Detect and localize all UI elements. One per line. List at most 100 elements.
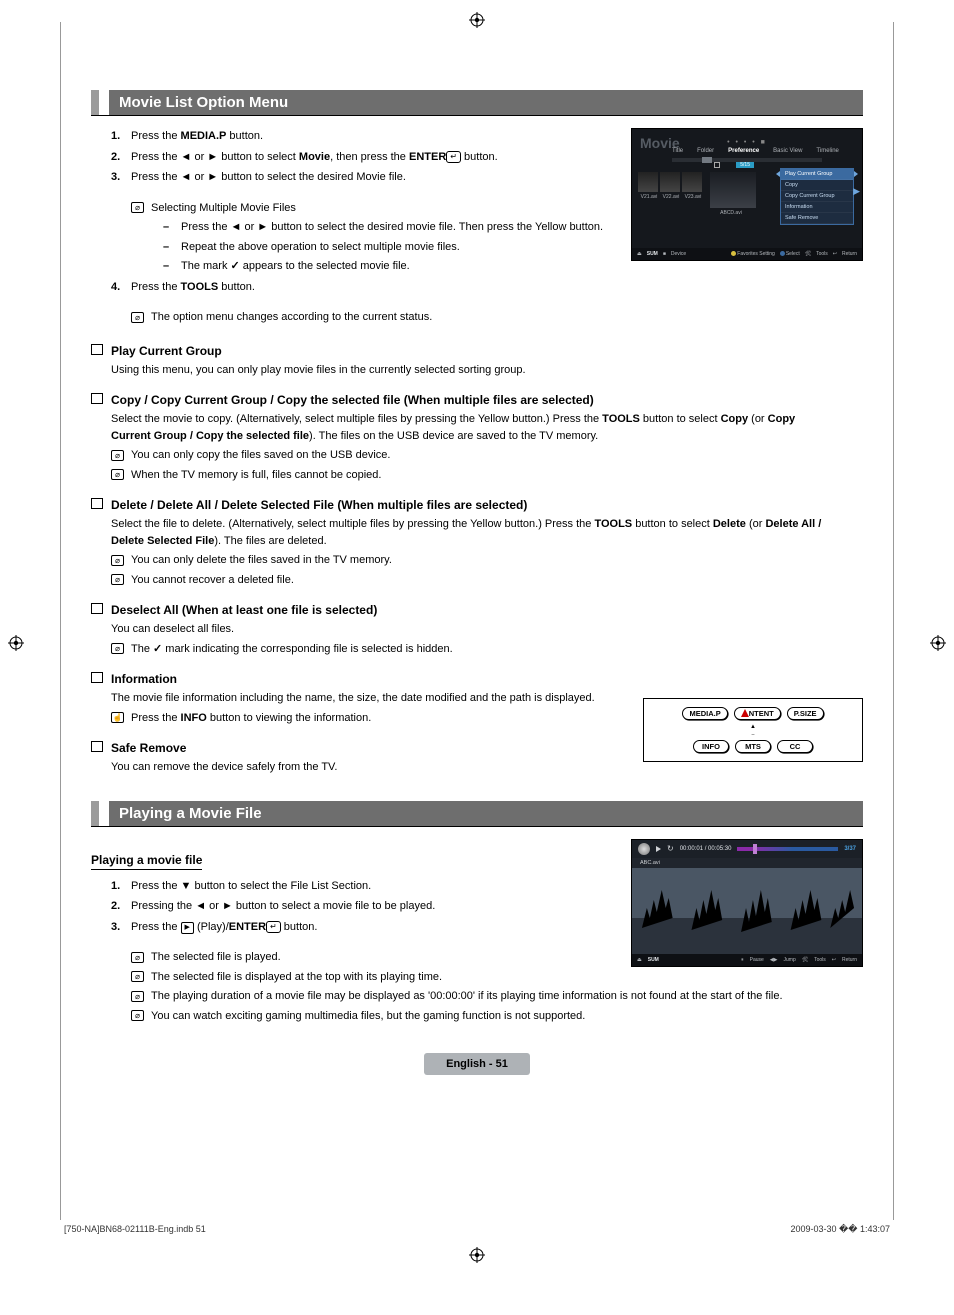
tv-arrow-right-icon: ▶ bbox=[853, 186, 860, 197]
note-text: The selected file is played. bbox=[151, 949, 617, 966]
playback-video bbox=[632, 868, 862, 954]
square-bullet-icon bbox=[91, 393, 103, 404]
step-body: Press the ◄ or ► button to select the de… bbox=[131, 169, 617, 186]
dash-text: The mark ✓ appears to the selected movie… bbox=[181, 258, 617, 275]
sub-body-text: You can deselect all files. bbox=[91, 621, 831, 638]
step-number: 3. bbox=[111, 919, 131, 936]
subheading-copy: Copy / Copy Current Group / Copy the sel… bbox=[91, 392, 863, 407]
tv-footer-icon: ⏏ bbox=[637, 251, 642, 257]
note-row: ⌀ The ✓ mark indicating the correspondin… bbox=[91, 641, 863, 658]
playback-count: 3/37 bbox=[844, 846, 856, 852]
step-body: Press the TOOLS button. bbox=[131, 279, 863, 296]
tv-thumb-label: ABCD.avi bbox=[720, 210, 742, 216]
note-row: ⌀ Selecting Multiple Movie Files bbox=[91, 200, 617, 217]
tv-tab: Basic View bbox=[773, 148, 802, 154]
enter-icon: ↵ bbox=[446, 151, 461, 163]
note-icon: ⌀ bbox=[111, 574, 124, 585]
note-row: ⌀ You can only delete the files saved in… bbox=[91, 552, 863, 569]
step-item: 2. Press the ◄ or ► button to select Mov… bbox=[111, 149, 617, 166]
square-bullet-icon bbox=[91, 498, 103, 509]
subheading-text: Delete / Delete All / Delete Selected Fi… bbox=[111, 498, 527, 512]
tv-thumb bbox=[660, 172, 680, 192]
note-row: ⌀ The playing duration of a movie file m… bbox=[91, 988, 863, 1005]
print-footer-left: [750-NA]BN68-02111B-Eng.indb 51 bbox=[64, 1224, 206, 1235]
subheading-text: Safe Remove bbox=[111, 741, 186, 755]
repeat-icon: ↻ bbox=[667, 844, 674, 853]
tv-thumb bbox=[638, 172, 658, 192]
square-bullet-icon bbox=[91, 672, 103, 683]
note-icon: ⌀ bbox=[111, 469, 124, 480]
tv-thumb bbox=[682, 172, 702, 192]
crop-mark-right bbox=[930, 635, 946, 651]
note-text: The playing duration of a movie file may… bbox=[151, 988, 863, 1005]
note-icon: ⌀ bbox=[131, 952, 144, 963]
tv-tab: Timeline bbox=[816, 148, 838, 154]
check-icon: ✓ bbox=[231, 260, 240, 272]
step-item: 1. Press the ▼ button to select the File… bbox=[111, 878, 617, 895]
note-icon: ⌀ bbox=[131, 971, 144, 982]
note-text: You can only delete the files saved in t… bbox=[131, 552, 863, 569]
note-row: ⌀ When the TV memory is full, files cann… bbox=[91, 467, 863, 484]
note-text: Press the INFO button to viewing the inf… bbox=[131, 710, 629, 727]
step-number: 3. bbox=[111, 169, 131, 186]
pause-icon: ⏸ bbox=[741, 957, 744, 963]
play-icon bbox=[656, 846, 661, 852]
step-number: 2. bbox=[111, 149, 131, 166]
remote-button: MEDIA.P bbox=[682, 707, 727, 720]
remote-button: P.SIZE bbox=[787, 707, 824, 720]
step-item: 4. Press the TOOLS button. bbox=[111, 279, 863, 296]
step-body: Pressing the ◄ or ► button to select a m… bbox=[131, 898, 617, 915]
subheading-text: Play Current Group bbox=[111, 344, 222, 358]
remote-illustration: MEDIA.P NTENT P.SIZE ▲_ INFO MTS CC bbox=[643, 698, 863, 762]
tv-screenshot-movie-list: Movie • • • • ■ Title Folder Preference … bbox=[631, 128, 863, 261]
tv-check-box bbox=[714, 162, 720, 168]
square-bullet-icon bbox=[91, 344, 103, 355]
tv-footer-select: Select bbox=[786, 251, 800, 257]
note-icon: ⌀ bbox=[131, 312, 144, 323]
tv-stage: V21.avi V22.avi V23.avi 5/15 ABCD.avi Pl… bbox=[632, 168, 862, 248]
note-text: You cannot recover a deleted file. bbox=[131, 572, 863, 589]
note-icon: ⌀ bbox=[111, 450, 124, 461]
info-icon: ☝ bbox=[111, 712, 124, 723]
jump-icon: ◀▶ bbox=[770, 957, 778, 963]
subheading-deselect: Deselect All (When at least one file is … bbox=[91, 602, 863, 617]
disc-icon bbox=[638, 843, 650, 855]
tv-menu-item-selected: Play Current Group bbox=[781, 169, 853, 180]
tv-footer-sum: SUM bbox=[647, 251, 658, 257]
tools-icon: 🛠 bbox=[802, 957, 808, 963]
note-text: Selecting Multiple Movie Files bbox=[151, 200, 617, 217]
step-number: 4. bbox=[111, 279, 131, 296]
tv-tab: Folder bbox=[697, 148, 714, 154]
tv-footer-icon: ■ bbox=[663, 251, 666, 257]
enter-icon: ↵ bbox=[266, 921, 281, 933]
playback-topbar: ↻ 00:00:01 / 00:05:30 3/37 bbox=[632, 840, 862, 858]
crop-mark-top bbox=[469, 12, 485, 28]
note-row: ⌀ You cannot recover a deleted file. bbox=[91, 572, 863, 589]
subheading-text: Information bbox=[111, 672, 177, 686]
section-heading-movie-list: Movie List Option Menu bbox=[91, 90, 863, 116]
crop-mark-bottom bbox=[469, 1247, 485, 1263]
step-item: 2. Pressing the ◄ or ► button to select … bbox=[111, 898, 617, 915]
remote-button: INFO bbox=[693, 740, 729, 753]
note-text: You can only copy the files saved on the… bbox=[131, 447, 863, 464]
sub-body-text: Using this menu, you can only play movie… bbox=[91, 362, 831, 379]
note-text: The ✓ mark indicating the corresponding … bbox=[131, 641, 863, 658]
dash-text: Press the ◄ or ► button to select the de… bbox=[181, 219, 617, 236]
step-item: 1. Press the MEDIA.P button. bbox=[111, 128, 617, 145]
eject-icon: ⏏ bbox=[637, 957, 642, 963]
remote-button: NTENT bbox=[734, 707, 781, 720]
dash-row: –The mark ✓ appears to the selected movi… bbox=[91, 258, 617, 275]
dash-row: –Press the ◄ or ► button to select the d… bbox=[91, 219, 617, 236]
dash-text: Repeat the above operation to select mul… bbox=[181, 239, 617, 256]
note-row: ⌀ You can watch exciting gaming multimed… bbox=[91, 1008, 863, 1025]
playback-footer-pause: Pause bbox=[750, 957, 764, 963]
step-body: Press the MEDIA.P button. bbox=[131, 128, 617, 145]
section-heading-text: Playing a Movie File bbox=[109, 801, 863, 826]
sub-body-text: Select the file to delete. (Alternativel… bbox=[91, 516, 831, 549]
note-icon: ⌀ bbox=[131, 1010, 144, 1021]
playback-time: 00:00:01 / 00:05:30 bbox=[680, 846, 732, 852]
step-body: Press the ▶ (Play)/ENTER↵ button. bbox=[131, 919, 617, 936]
page-number-box: English - 51 bbox=[91, 1053, 863, 1075]
tv-thumb-label: V21.avi bbox=[641, 194, 658, 200]
crop-mark-left bbox=[8, 635, 24, 651]
